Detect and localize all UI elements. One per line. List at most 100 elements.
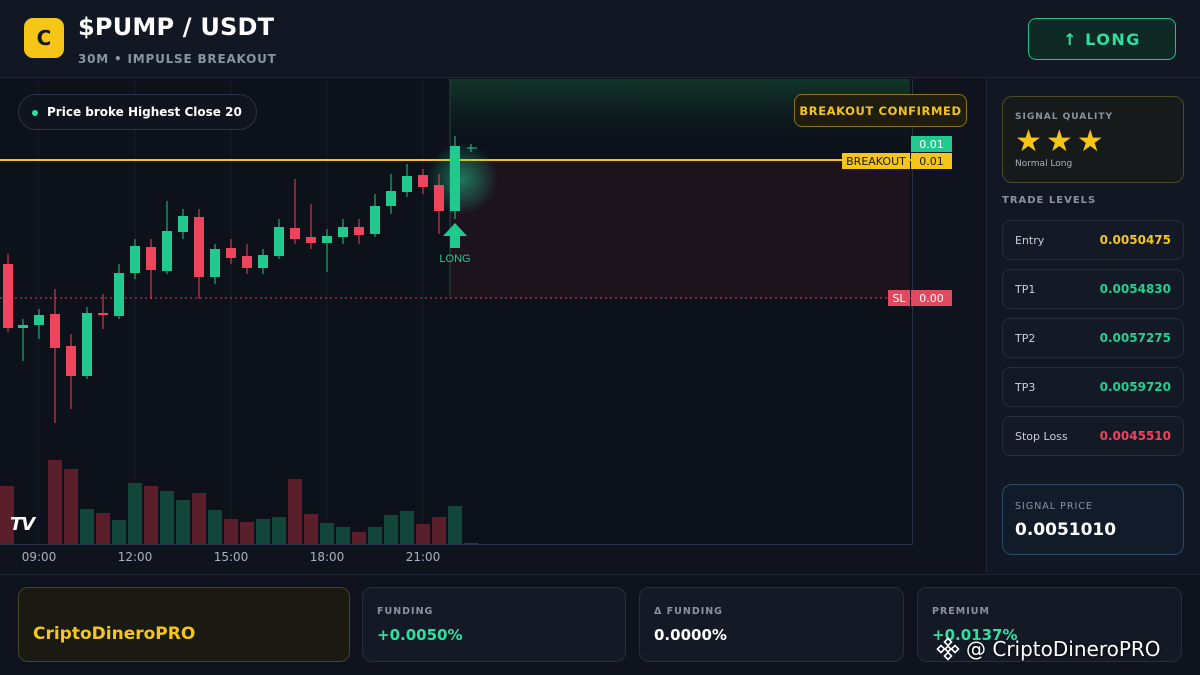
level-row-tp3: TP3 0.0059720 [1002,367,1184,407]
volume-bar [432,517,446,544]
time-tick: 18:00 [309,550,345,564]
header: C $PUMP / USDT 30M • IMPULSE BREAKOUT ↑ … [0,0,1200,78]
volume-bar [48,460,62,544]
current-price-tag: 0.01 [911,136,952,152]
breakout-info-text: Price broke Highest Close 20 [47,105,242,119]
stop-loss-zone [450,160,910,298]
signal-quality-card: SIGNAL QUALITY ★★★ Normal Long [1002,96,1184,183]
level-row-tp2: TP2 0.0057275 [1002,318,1184,358]
candle [66,346,76,376]
rating-stars-icon: ★★★ [1015,124,1108,159]
candle [434,185,444,211]
candle [258,255,268,268]
candle [130,246,140,273]
delta-funding-card: Δ FUNDING 0.0000% [639,587,904,662]
level-value: 0.0057275 [1099,331,1171,345]
volume-bar [272,517,286,544]
watermark-text: @ CriptoDineroPRO [966,637,1161,661]
signal-quality-label: SIGNAL QUALITY [1015,112,1113,122]
volume-bar [368,527,382,544]
timeframe-subtitle: 30M • IMPULSE BREAKOUT [78,52,277,66]
candle [322,236,332,243]
candle [50,314,60,348]
level-name: TP2 [1015,332,1036,345]
status-dot-icon [32,110,38,116]
volume-bar [336,527,350,544]
volume-bar [176,500,190,544]
volume-bar [400,511,414,544]
volume-bar [384,515,398,544]
pair-title: $PUMP / USDT [78,13,275,41]
candle [3,264,13,328]
level-value: 0.0050475 [1099,233,1171,247]
signal-price-label: SIGNAL PRICE [1015,501,1093,512]
candle [290,228,300,239]
candle [226,248,236,258]
level-name: TP1 [1015,283,1036,296]
candle [242,256,252,268]
volume-bar [304,514,318,544]
candle [114,273,124,316]
candle [146,247,156,270]
signal-price-card: SIGNAL PRICE 0.0051010 [1002,484,1184,555]
time-tick: 09:00 [21,550,57,564]
binance-icon [936,637,960,661]
breakout-confirmed-badge: BREAKOUT CONFIRMED [794,94,967,127]
breakout-label-tag: BREAKOUT [842,153,910,169]
volume-bar [320,523,334,544]
candle [338,227,348,237]
stat-label: PREMIUM [932,606,990,617]
sl-price-tag: 0.00 [911,290,952,306]
candle [82,313,92,376]
sl-label-tag: SL [888,290,910,306]
volume-bar [416,524,430,544]
level-name: Stop Loss [1015,430,1068,443]
candle [34,315,44,325]
stat-value: +0.0050% [377,626,463,644]
coin-logo: C [24,18,64,58]
volume-bar [144,486,158,544]
volume-bar [160,491,174,544]
candle [210,249,220,277]
brand-name: CriptoDineroPRO [33,624,196,644]
volume-bars [0,460,478,544]
brand-card: CriptoDineroPRO [18,587,350,662]
volume-bar [208,510,222,544]
long-signal-label: LONG [439,253,470,265]
trade-levels-title: TRADE LEVELS [1002,195,1097,206]
price-chart[interactable]: LONG [0,79,913,545]
volume-bar [224,519,238,544]
volume-bar [288,479,302,544]
volume-bar [192,493,206,544]
level-value: 0.0059720 [1099,380,1171,394]
candle [386,191,396,206]
tradingview-logo: TV [10,514,35,535]
candle [194,217,204,277]
candle [402,176,412,192]
candle [98,313,108,315]
volume-bar [240,522,254,544]
time-axis: 09:00 12:00 15:00 18:00 21:00 [0,545,913,573]
time-tick: 12:00 [117,550,153,564]
candle [354,227,364,235]
stat-label: Δ FUNDING [654,606,723,617]
level-row-tp1: TP1 0.0054830 [1002,269,1184,309]
stat-value: 0.0000% [654,626,727,644]
volume-bar [256,519,270,544]
time-tick: 15:00 [213,550,249,564]
candle [418,175,428,187]
volume-bar [448,506,462,544]
candle [306,237,316,243]
long-direction-button[interactable]: ↑ LONG [1028,18,1176,60]
candle [18,325,28,328]
volume-bar [80,509,94,544]
trade-signal-card: C $PUMP / USDT 30M • IMPULSE BREAKOUT ↑ … [0,0,1200,675]
volume-bar [352,532,366,544]
volume-bar [128,483,142,544]
time-tick: 21:00 [405,550,441,564]
signal-quality-sub: Normal Long [1015,159,1073,169]
volume-bar [112,520,126,544]
signal-price-value: 0.0051010 [1015,520,1117,540]
level-row-entry: Entry 0.0050475 [1002,220,1184,260]
creator-watermark: @ CriptoDineroPRO [936,636,1161,662]
